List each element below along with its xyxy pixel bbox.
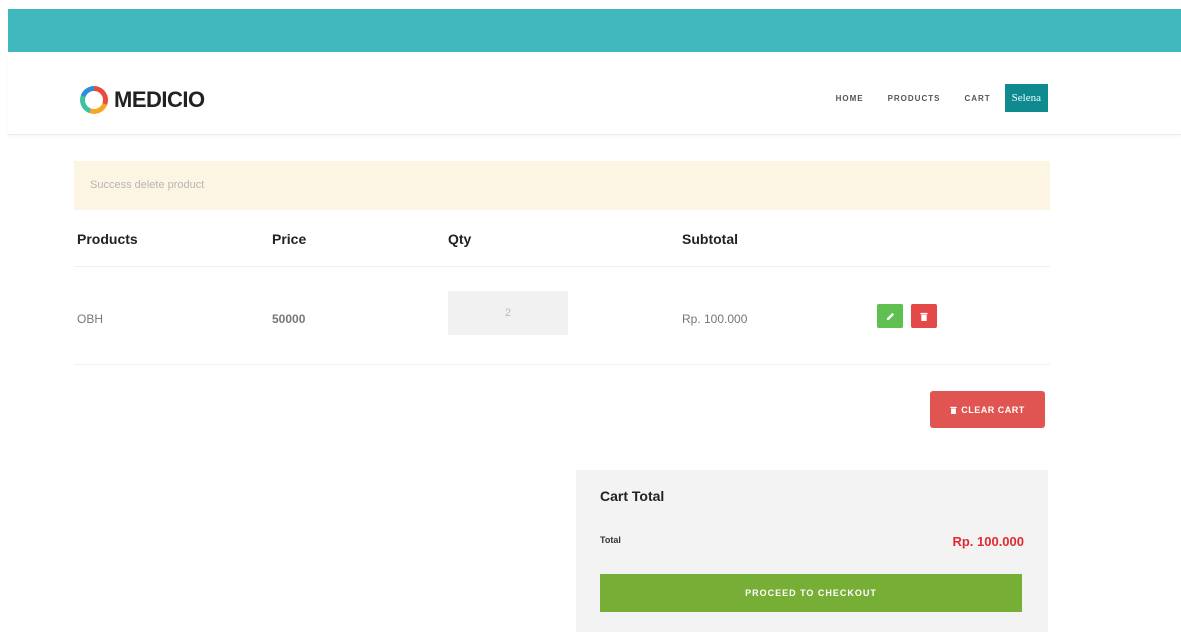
table-divider [74, 364, 1050, 365]
trash-icon [920, 312, 928, 321]
cell-product: OBH [77, 312, 104, 326]
header-products: Products [77, 231, 138, 247]
clear-cart-label: CLEAR CART [961, 404, 1025, 415]
nav-home[interactable]: HOME [836, 94, 864, 103]
edit-icon [886, 312, 894, 320]
page: MEDICIO HOME PRODUCTS CART Selena Succes… [0, 0, 1181, 632]
nav-products[interactable]: PRODUCTS [888, 94, 941, 103]
header-subtotal: Subtotal [682, 231, 738, 247]
cell-price: 50000 [272, 312, 306, 326]
table-divider [74, 266, 1050, 267]
brand-logo[interactable]: MEDICIO [80, 86, 205, 114]
delete-button[interactable] [911, 304, 937, 328]
nav-cart[interactable]: CART [964, 94, 990, 103]
clear-cart-button[interactable]: CLEAR CART [930, 391, 1045, 428]
edit-button[interactable] [877, 304, 903, 328]
header-price: Price [272, 231, 307, 247]
total-label: Total [600, 535, 621, 545]
checkout-button[interactable]: PROCEED TO CHECKOUT [600, 574, 1022, 612]
total-value: Rp. 100.000 [952, 534, 1024, 549]
site-header: MEDICIO HOME PRODUCTS CART Selena [8, 52, 1181, 135]
cart-total-panel: Cart Total Total Rp. 100.000 PROCEED TO … [576, 470, 1048, 632]
success-alert: Success delete product [74, 161, 1050, 210]
header-qty: Qty [448, 231, 472, 247]
user-menu-button[interactable]: Selena [1004, 84, 1048, 112]
trash-icon [950, 406, 957, 414]
ring-logo-icon [80, 86, 108, 114]
top-bar [8, 9, 1181, 52]
quantity-input[interactable] [448, 291, 568, 335]
brand-name: MEDICIO [114, 87, 205, 112]
cell-subtotal: Rp. 100.000 [682, 312, 748, 326]
cart-total-title: Cart Total [600, 488, 665, 504]
main-nav: HOME PRODUCTS CART Selena [812, 84, 1048, 112]
